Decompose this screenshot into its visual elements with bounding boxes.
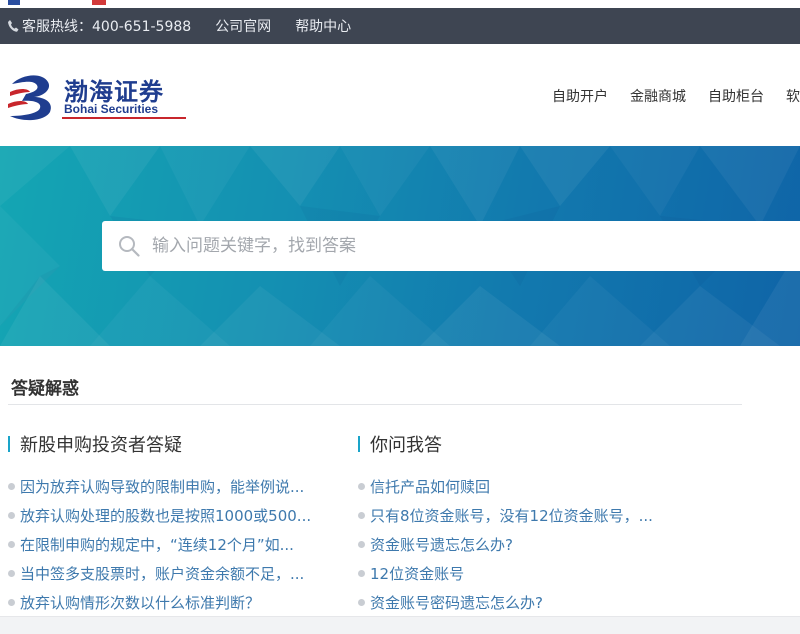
question-link[interactable]: 因为放弃认购导致的限制申购，能举例说...	[20, 476, 304, 497]
bullet-dot	[358, 599, 365, 606]
search-icon[interactable]	[118, 235, 140, 257]
hotline-text: 客服热线：400-651-5988	[22, 19, 192, 35]
question-link[interactable]: 资金账号密码遗忘怎么办?	[370, 592, 543, 613]
list-item[interactable]: 因为放弃认购导致的限制申购，能举例说...	[8, 472, 348, 501]
logo-underline	[62, 117, 186, 119]
nav-item-open-account[interactable]: 自助开户	[552, 86, 608, 106]
list-item[interactable]: 当中签多支股票时，账户资金余额不足，...	[8, 559, 348, 588]
section-divider	[8, 404, 742, 405]
qa-section-title: 答疑解惑	[11, 379, 79, 399]
question-link[interactable]: 12位资金账号	[370, 563, 464, 584]
bullet-dot	[358, 483, 365, 490]
question-link[interactable]: 资金账号遗忘怎么办?	[370, 534, 513, 555]
question-link[interactable]: 放弃认购情形次数以什么标准判断？	[20, 592, 260, 613]
list-item[interactable]: 放弃认购情形次数以什么标准判断？	[8, 588, 348, 617]
column-accent-bar	[358, 436, 360, 452]
bullet-dot	[8, 541, 15, 548]
bullet-dot	[358, 570, 365, 577]
list-item[interactable]: 在限制申购的规定中，“连续12个月”如...	[8, 530, 348, 559]
ask-answer-column: 你问我答 信托产品如何赎回 只有8位资金账号，没有12位资金账号，... 资金账…	[358, 432, 698, 617]
utility-bar: 客服热线：400-651-5988 公司官网 帮助中心	[0, 8, 800, 44]
list-item[interactable]: 信托产品如何赎回	[358, 472, 698, 501]
ipo-faq-title[interactable]: 新股申购投资者答疑	[20, 431, 182, 457]
bullet-dot	[8, 512, 15, 519]
ipo-faq-list: 因为放弃认购导致的限制申购，能举例说... 放弃认购处理的股数也是按照1000或…	[8, 472, 348, 617]
list-item[interactable]: 放弃认购处理的股数也是按照1000或500...	[8, 501, 348, 530]
column-header: 你问我答	[358, 432, 698, 456]
question-link[interactable]: 只有8位资金账号，没有12位资金账号，...	[370, 505, 653, 526]
logo-emblem-icon	[8, 75, 51, 121]
company-site-link[interactable]: 公司官网	[215, 16, 271, 36]
search-box	[102, 221, 800, 271]
list-item[interactable]: 12位资金账号	[358, 559, 698, 588]
ask-answer-list: 信托产品如何赎回 只有8位资金账号，没有12位资金账号，... 资金账号遗忘怎么…	[358, 472, 698, 617]
column-accent-bar	[8, 436, 10, 452]
bullet-dot	[8, 599, 15, 606]
help-center-link[interactable]: 帮助中心	[295, 16, 351, 36]
header: 渤海证券 Bohai Securities 自助开户 金融商城 自助柜台 软件	[0, 44, 800, 146]
list-item[interactable]: 资金账号遗忘怎么办?	[358, 530, 698, 559]
list-item[interactable]: 资金账号密码遗忘怎么办?	[358, 588, 698, 617]
question-link[interactable]: 当中签多支股票时，账户资金余额不足，...	[20, 563, 304, 584]
top-strip-mark	[92, 0, 106, 5]
bullet-dot	[8, 483, 15, 490]
top-strip	[0, 0, 800, 8]
ipo-faq-column: 新股申购投资者答疑 因为放弃认购导致的限制申购，能举例说... 放弃认购处理的股…	[8, 432, 348, 617]
main-nav: 自助开户 金融商城 自助柜台 软件	[552, 86, 800, 106]
question-link[interactable]: 信托产品如何赎回	[370, 476, 490, 497]
bullet-dot	[8, 570, 15, 577]
search-input[interactable]	[152, 236, 712, 256]
nav-item-financial-mall[interactable]: 金融商城	[630, 86, 686, 106]
question-link[interactable]: 在限制申购的规定中，“连续12个月”如...	[20, 534, 294, 555]
nav-item-self-service-counter[interactable]: 自助柜台	[708, 86, 764, 106]
logo[interactable]: 渤海证券 Bohai Securities	[8, 70, 186, 122]
bullet-dot	[358, 512, 365, 519]
ask-answer-title[interactable]: 你问我答	[370, 431, 442, 457]
logo-en-name: Bohai Securities	[64, 102, 159, 116]
list-item[interactable]: 只有8位资金账号，没有12位资金账号，...	[358, 501, 698, 530]
top-strip-mark	[8, 0, 20, 5]
phone-icon	[8, 20, 19, 32]
column-header: 新股申购投资者答疑	[8, 432, 348, 456]
hero-banner	[0, 146, 800, 346]
nav-item-software[interactable]: 软件	[786, 86, 800, 106]
question-link[interactable]: 放弃认购处理的股数也是按照1000或500...	[20, 505, 311, 526]
bullet-dot	[358, 541, 365, 548]
bottom-strip	[0, 616, 800, 634]
